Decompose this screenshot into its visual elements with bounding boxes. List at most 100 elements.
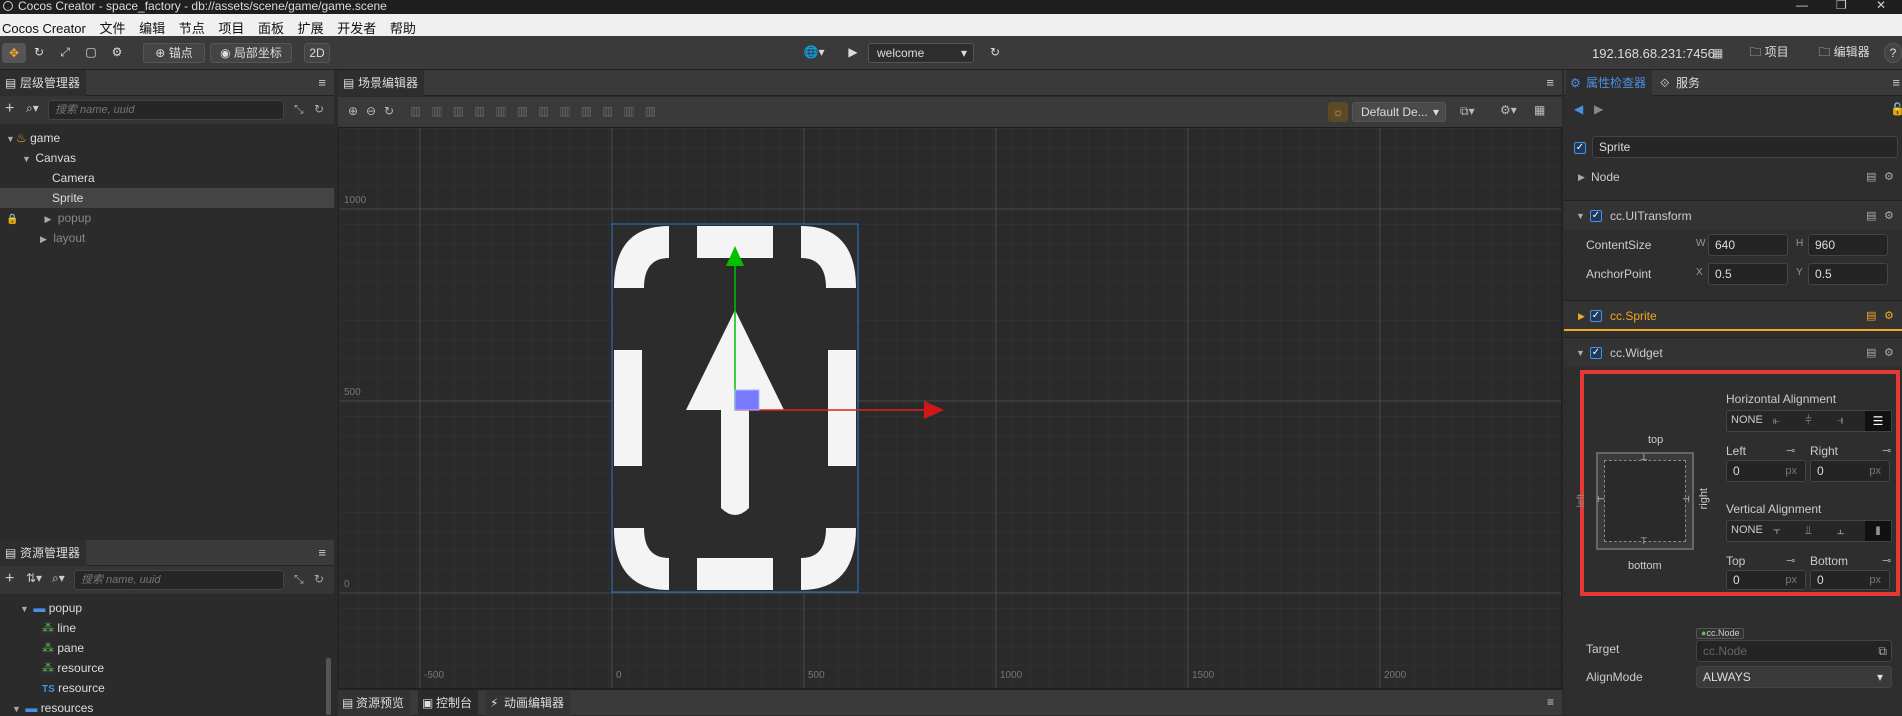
tree-node-layout[interactable]: ▶ layout [0, 228, 334, 248]
add-node-icon[interactable]: + [5, 100, 14, 118]
tab-assets[interactable]: ▤ 资源管理器 [0, 540, 87, 566]
node-name-input[interactable]: Sprite [1592, 136, 1898, 158]
asset-folder-resources[interactable]: ▼ ▬ resources [0, 698, 334, 715]
tab-console[interactable]: ▣ 控制台 [418, 690, 479, 716]
unlock-top-icon[interactable]: ⊸ [1786, 554, 1795, 567]
asset-ts-resource[interactable]: TS resource [0, 678, 334, 698]
right-input[interactable]: 0 px [1810, 460, 1890, 482]
left-anchor-icon[interactable]: ⊢ [1597, 494, 1605, 505]
hierarchy-menu-icon[interactable]: ≡ [318, 75, 326, 90]
refresh-tree-icon[interactable]: ↻ [314, 102, 324, 116]
reset-zoom-icon[interactable]: ↻ [384, 104, 394, 118]
align-mode-select[interactable]: ALWAYS ▾ [1696, 666, 1892, 688]
zoom-in-icon[interactable]: ⊕ [348, 104, 358, 118]
doc-icon[interactable]: ▤ [1866, 201, 1876, 231]
mode-2d-button[interactable]: 2D [304, 43, 330, 63]
v-align-none-button[interactable]: NONE [1731, 524, 1763, 536]
asset-prefab-line[interactable]: ⁂ line [0, 618, 334, 638]
lock-inspector-icon[interactable]: 🔓 [1890, 102, 1902, 116]
anchor-x-input[interactable]: 0.5 [1708, 263, 1788, 285]
snapshot-icon[interactable]: ⧉▾ [1460, 104, 1475, 119]
local-coord-button[interactable]: ◉ 局部坐标 [210, 43, 292, 63]
project-button[interactable]: 🗀 项目 [1738, 43, 1800, 63]
menu-item-panel[interactable]: 面板 [258, 18, 284, 37]
add-asset-icon[interactable]: + [5, 570, 14, 588]
sprite-enabled-checkbox[interactable]: ✓ [1590, 310, 1602, 322]
height-input[interactable]: 960 [1808, 234, 1888, 256]
right-anchor-icon[interactable]: ⊣ [1682, 494, 1690, 505]
collapse-icon[interactable]: ⤡ [294, 102, 304, 117]
camera-select[interactable]: Default De... ▾ [1352, 102, 1446, 122]
bottom-input[interactable]: 0 px [1810, 570, 1890, 590]
node-active-checkbox[interactable]: ✓ [1574, 142, 1586, 154]
help-icon[interactable]: ? [1884, 43, 1902, 63]
menu-item-file[interactable]: 文件 [99, 18, 125, 37]
scene-viewport[interactable]: 1000 500 0 -500 0 500 1000 1500 2000 [338, 127, 1562, 689]
menu-item-edit[interactable]: 编辑 [139, 18, 165, 37]
doc-icon[interactable]: ▤ [1866, 338, 1876, 368]
play-icon[interactable]: ▶ [842, 43, 864, 63]
sprite-component-header[interactable]: ▶ ✓ cc.Sprite ▤ ⚙ [1564, 300, 1902, 331]
forward-arrow-icon[interactable]: ▶ [1594, 102, 1603, 116]
doc-icon[interactable]: ▤ [1866, 301, 1876, 331]
settings-icon[interactable]: ⚙ [1884, 201, 1894, 231]
qr-icon[interactable]: ▦ [1712, 46, 1723, 60]
asset-folder-popup[interactable]: ▼ ▬ popup [0, 598, 334, 618]
inspector-menu-icon[interactable]: ≡ [1892, 75, 1900, 90]
align-right-icon[interactable]: ⫣ [1837, 413, 1844, 428]
editor-button[interactable]: 🗀 编辑器 [1806, 43, 1882, 63]
tree-node-game[interactable]: ▼♨ game [0, 128, 334, 148]
transform-tool-icon[interactable]: ⚙ [106, 43, 128, 63]
target-input[interactable]: cc.Node ⧉ [1696, 640, 1892, 662]
hierarchy-search-input[interactable]: 搜索 name, uuid [48, 100, 284, 120]
widget-header[interactable]: ▼ ✓ cc.Widget ▤ ⚙ [1564, 337, 1902, 367]
assets-menu-icon[interactable]: ≡ [318, 545, 326, 560]
maximize-icon[interactable]: ❐ [1836, 0, 1847, 11]
scene-canvas[interactable]: 1000 500 0 -500 0 500 1000 1500 2000 [339, 128, 1562, 689]
align-stretch-h-icon[interactable]: ☰ [1865, 411, 1891, 431]
scene-menu-icon[interactable]: ≡ [1546, 75, 1554, 90]
back-arrow-icon[interactable]: ◀ [1574, 102, 1583, 116]
top-input[interactable]: 0 px [1726, 570, 1806, 590]
tab-asset-preview[interactable]: ▤ 资源预览 [338, 690, 411, 716]
assets-collapse-icon[interactable]: ⤡ [294, 572, 304, 587]
tab-hierarchy[interactable]: ▤ 层级管理器 [0, 70, 87, 96]
tree-node-camera[interactable]: Camera [0, 168, 334, 188]
settings-icon[interactable]: ⚙ [1884, 338, 1894, 368]
zoom-out-icon[interactable]: ⊖ [366, 104, 376, 118]
h-align-none-button[interactable]: NONE [1731, 414, 1763, 426]
align-center-h-icon[interactable]: ⫩ [1805, 413, 1812, 428]
tree-node-canvas[interactable]: ▼ Canvas [0, 148, 334, 168]
lighting-icon[interactable]: ☼ [1328, 102, 1348, 122]
anchor-y-input[interactable]: 0.5 [1808, 263, 1888, 285]
asset-prefab-resource[interactable]: ⁂ resource [0, 658, 334, 678]
widget-enabled-checkbox[interactable]: ✓ [1590, 347, 1602, 359]
doc-icon[interactable]: ▤ [1866, 162, 1876, 192]
align-top-icon[interactable]: ⫟ [1773, 523, 1780, 538]
menu-item-node[interactable]: 节点 [179, 18, 205, 37]
uitransform-enabled-checkbox[interactable]: ✓ [1590, 210, 1602, 222]
tree-node-popup[interactable]: 🔒 ▶ popup [0, 208, 334, 228]
unlock-right-icon[interactable]: ⊸ [1882, 444, 1891, 457]
bottom-menu-icon[interactable]: ≡ [1547, 695, 1554, 709]
preview-ip[interactable]: 192.168.68.231:7456 [1592, 46, 1715, 61]
tab-services[interactable]: ⟐ 服务 [1656, 70, 1706, 96]
align-stretch-v-icon[interactable]: ‖ [1865, 521, 1891, 541]
menu-item-help[interactable]: 帮助 [390, 18, 416, 37]
unlock-bottom-icon[interactable]: ⊸ [1882, 554, 1891, 567]
assets-scrollbar[interactable] [326, 658, 331, 715]
unlock-left-icon[interactable]: ⊸ [1786, 444, 1795, 457]
settings-icon[interactable]: ⚙ [1884, 301, 1894, 331]
node-section-header[interactable]: ▶ Node ▤ ⚙ [1564, 162, 1902, 192]
bottom-anchor-icon[interactable]: ⊤ [1640, 536, 1648, 547]
xy-plane-handle[interactable] [734, 389, 760, 411]
minimize-icon[interactable]: — [1796, 0, 1808, 11]
widget-anchor-box[interactable]: ⊥ ⊤ ⊢ ⊣ [1596, 452, 1694, 550]
scale-tool-icon[interactable]: ⤢ [54, 43, 76, 63]
tab-properties[interactable]: ⚙ 属性检查器 [1566, 70, 1653, 96]
assets-search-input[interactable]: 搜索 name, uuid [74, 570, 284, 590]
target-picker-icon[interactable]: ⧉ [1878, 641, 1887, 661]
tab-animation-editor[interactable]: ⚡ 动画编辑器 [486, 690, 571, 716]
refresh-icon[interactable]: ↻ [984, 43, 1006, 63]
rect-tool-icon[interactable]: ▢ [80, 43, 102, 63]
